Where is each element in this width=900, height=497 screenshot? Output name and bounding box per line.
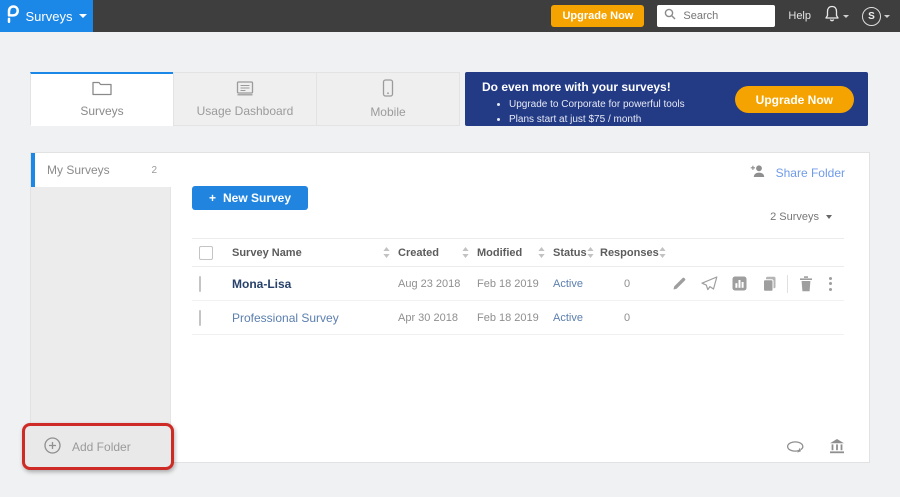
view-tabs: Surveys Usage Dashboard Mobile (30, 72, 460, 126)
cell-created: Apr 30 2018 (398, 312, 477, 324)
row-checkbox[interactable] (199, 310, 201, 326)
tab-surveys[interactable]: Surveys (30, 72, 174, 126)
survey-name-link[interactable]: Professional Survey (232, 311, 339, 325)
col-header-survey-name[interactable]: Survey Name (232, 239, 398, 266)
share-folder-label: Share Folder (776, 166, 845, 180)
add-folder-label: Add Folder (72, 440, 131, 454)
tab-label: Surveys (80, 104, 123, 118)
chevron-down-icon (826, 215, 832, 219)
survey-list-area: + New Survey Share Folder 2 Surveys (171, 153, 869, 462)
cell-modified: Feb 18 2019 (477, 312, 553, 324)
delete-icon[interactable] (791, 276, 821, 292)
chevron-down-icon (843, 15, 849, 18)
col-header-modified[interactable]: Modified (477, 239, 553, 266)
cell-modified: Feb 18 2019 (477, 278, 553, 290)
col-header-status[interactable]: Status (553, 239, 600, 266)
cell-responses: 0 (600, 312, 662, 324)
help-link[interactable]: Help (788, 10, 811, 22)
person-add-icon (750, 164, 767, 181)
duplicate-icon[interactable] (754, 276, 784, 292)
banner-upgrade-button[interactable]: Upgrade Now (735, 86, 854, 113)
cell-status: Active (553, 278, 600, 290)
cell-responses: 0 (600, 278, 662, 290)
survey-count-dropdown[interactable]: 2 Surveys (770, 211, 832, 223)
chevron-down-icon (884, 15, 890, 18)
survey-name-link[interactable]: Mona-Lisa (232, 277, 291, 291)
col-header-responses[interactable]: Responses (600, 239, 662, 266)
panel-footer-actions (786, 439, 845, 454)
folder-name: My Surveys (35, 163, 110, 177)
folder-count-badge: 2 (151, 165, 171, 176)
add-folder-button[interactable]: Add Folder (25, 426, 171, 467)
row-actions (662, 267, 844, 300)
cell-status: Active (553, 312, 600, 324)
surveys-panel: My Surveys 2 Add Folder + New Survey (30, 152, 870, 463)
plus-icon: + (209, 191, 216, 205)
tab-label: Usage Dashboard (197, 104, 294, 118)
new-survey-label: New Survey (223, 191, 291, 205)
search-box[interactable] (657, 5, 775, 27)
table-header-row: Survey Name Created Modified (192, 238, 844, 267)
tab-mobile[interactable]: Mobile (316, 72, 460, 126)
notifications-menu[interactable] (824, 5, 849, 27)
restore-loop-icon[interactable] (786, 440, 805, 453)
send-icon[interactable] (694, 276, 724, 291)
bell-icon (824, 5, 840, 27)
sort-icon[interactable] (587, 247, 594, 258)
banner-bullet: Plans start at just $75 / month (509, 112, 868, 127)
annotation-highlight: Add Folder (22, 423, 174, 470)
share-folder-button[interactable]: Share Folder (750, 164, 845, 181)
upgrade-banner: Do even more with your surveys! Upgrade … (465, 72, 868, 126)
tab-label: Mobile (370, 105, 405, 119)
edit-icon[interactable] (664, 276, 694, 291)
archive-bank-icon[interactable] (829, 439, 845, 454)
sort-icon[interactable] (383, 247, 390, 258)
search-input[interactable] (681, 9, 768, 23)
divider (787, 275, 788, 293)
top-bar: Surveys Upgrade Now Help S (0, 0, 900, 32)
survey-count-label: 2 Surveys (770, 211, 819, 223)
new-survey-button[interactable]: + New Survey (192, 186, 308, 210)
tab-usage-dashboard[interactable]: Usage Dashboard (173, 72, 317, 126)
cell-created: Aug 23 2018 (398, 278, 477, 290)
survey-table: Survey Name Created Modified (192, 238, 844, 335)
folder-list-panel (31, 187, 171, 462)
table-row: Mona-Lisa Aug 23 2018 Feb 18 2019 Active… (192, 267, 844, 301)
chevron-down-icon (79, 14, 87, 18)
plus-circle-icon (44, 437, 61, 457)
avatar: S (862, 7, 881, 26)
product-menu-label: Surveys (26, 9, 73, 24)
sidebar-item-my-surveys[interactable]: My Surveys 2 (31, 153, 171, 187)
sort-icon[interactable] (538, 247, 545, 258)
mobile-icon (382, 79, 394, 100)
col-header-created[interactable]: Created (398, 239, 477, 266)
product-menu[interactable]: Surveys (0, 0, 93, 32)
folder-icon (92, 81, 112, 99)
reports-icon[interactable] (724, 276, 754, 291)
brand-logo-icon (6, 5, 19, 28)
upgrade-now-button[interactable]: Upgrade Now (551, 5, 644, 27)
topbar-actions: Upgrade Now Help S (551, 5, 900, 27)
search-icon (664, 7, 676, 25)
more-actions-icon[interactable] (821, 277, 844, 291)
dashboard-icon (235, 81, 255, 99)
table-row: Professional Survey Apr 30 2018 Feb 18 2… (192, 301, 844, 335)
row-checkbox[interactable] (199, 276, 201, 292)
select-all-checkbox[interactable] (199, 246, 213, 260)
sort-icon[interactable] (462, 247, 469, 258)
account-menu[interactable]: S (862, 7, 890, 26)
